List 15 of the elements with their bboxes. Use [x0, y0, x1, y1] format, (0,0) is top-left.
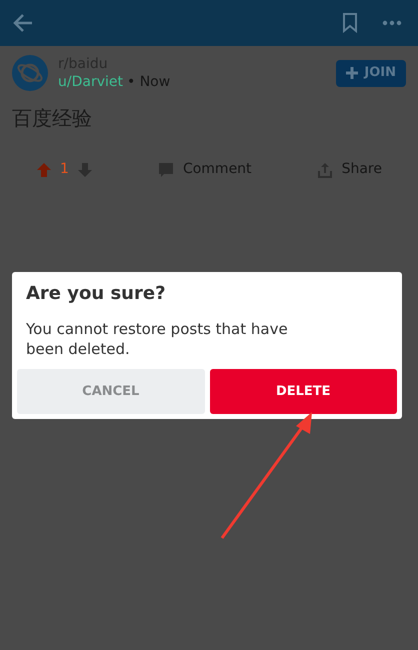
share-icon — [316, 160, 334, 178]
more-icon[interactable] — [382, 20, 402, 26]
back-arrow-icon[interactable] — [12, 13, 34, 33]
dialog-message: You cannot restore posts that have been deleted. — [25, 319, 289, 359]
vote-score: 1 — [60, 160, 69, 179]
delete-button[interactable]: DELETE — [210, 369, 397, 414]
cancel-button[interactable]: CANCEL — [17, 369, 204, 414]
comment-icon — [156, 160, 175, 178]
downvote-icon[interactable] — [76, 162, 93, 178]
planet-icon — [12, 55, 48, 91]
author-link[interactable]: u/Darviet — [58, 73, 123, 91]
join-button[interactable]: JOIN — [336, 60, 406, 86]
dialog-title: Are you sure? — [25, 282, 167, 306]
bookmark-icon[interactable] — [342, 13, 358, 33]
plus-icon — [346, 67, 358, 79]
